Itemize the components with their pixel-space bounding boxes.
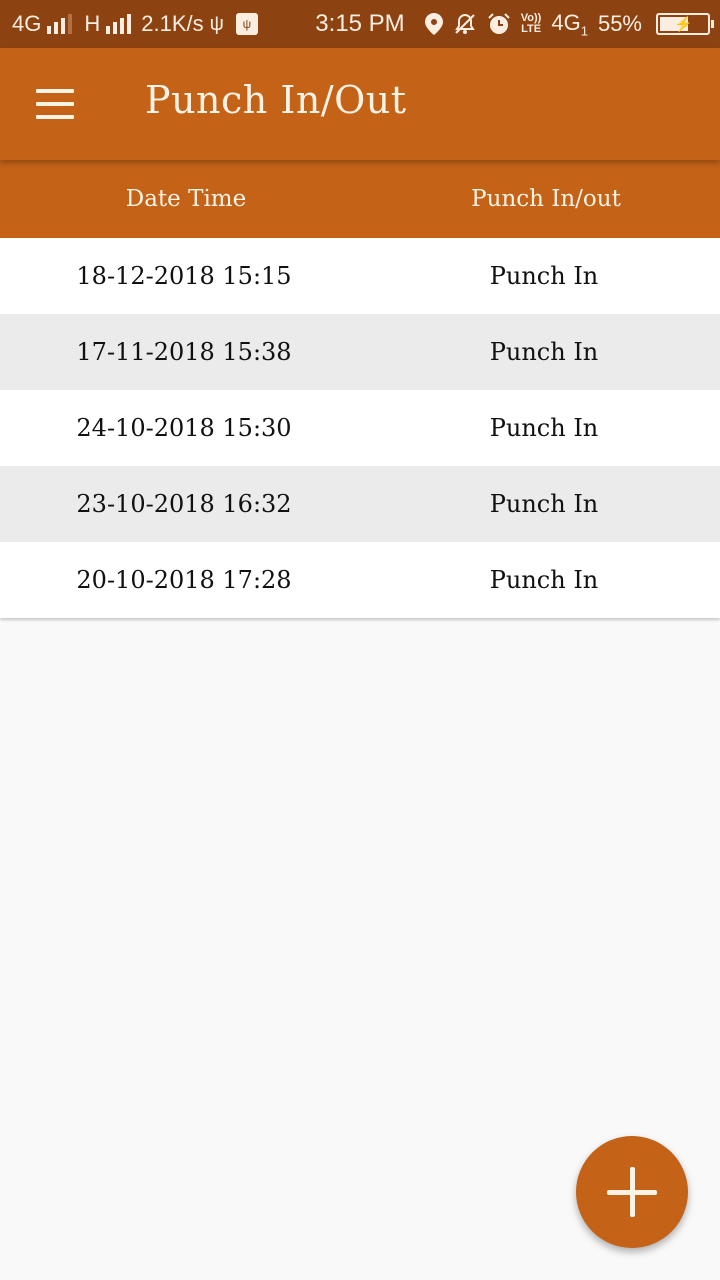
add-punch-button[interactable] [576, 1136, 688, 1248]
table-header: Date Time Punch In/out [0, 160, 720, 238]
signal-icon [47, 14, 73, 34]
charging-bolt-icon: ⚡ [674, 16, 693, 33]
status-bar-left: 4G H 2.1K/s ψ ψ [12, 0, 258, 48]
table-row[interactable]: 20-10-2018 17:28 Punch In [0, 542, 720, 618]
notifications-off-icon [453, 12, 477, 36]
network-type-3-label: 4G [551, 9, 581, 35]
app-bar: Punch In/Out [0, 48, 720, 160]
row-datetime: 18-12-2018 15:15 [76, 262, 292, 290]
row-datetime: 17-11-2018 15:38 [76, 338, 292, 366]
row-punch-type: Punch In [489, 262, 599, 290]
volte-icon: Vo)) LTE [521, 13, 542, 35]
row-punch-type: Punch In [489, 490, 599, 518]
plus-icon [607, 1167, 657, 1217]
signal-icon-2 [106, 14, 132, 34]
location-icon [424, 13, 443, 35]
network-speed: 2.1K/s [141, 11, 204, 36]
column-header-punch-type: Punch In/out [471, 186, 621, 212]
row-datetime: 24-10-2018 15:30 [76, 414, 292, 442]
volte-label-bottom: LTE [521, 23, 542, 35]
network-type-3: 4G1 [551, 10, 588, 38]
status-bar: 4G H 2.1K/s ψ ψ 3:15 PM Vo)) LTE 4G1 55% [0, 0, 720, 48]
battery-charging-icon: ⚡ [656, 13, 714, 35]
network-type-2: H [84, 11, 101, 36]
table-row[interactable]: 24-10-2018 15:30 Punch In [0, 390, 720, 466]
alarm-icon [487, 12, 511, 36]
page-title: Punch In/Out [145, 78, 407, 122]
row-datetime: 23-10-2018 16:32 [76, 490, 292, 518]
network-type-1: 4G [12, 11, 42, 36]
row-punch-type: Punch In [489, 414, 599, 442]
column-header-date-time: Date Time [125, 186, 247, 212]
table-row[interactable]: 18-12-2018 15:15 Punch In [0, 238, 720, 314]
sim-slot: 1 [580, 23, 588, 39]
status-bar-right: Vo)) LTE 4G1 55% ⚡ [424, 0, 714, 48]
usb-debug-icon: ψ [235, 13, 258, 35]
table-row[interactable]: 23-10-2018 16:32 Punch In [0, 466, 720, 542]
row-punch-type: Punch In [489, 566, 599, 594]
table-row[interactable]: 17-11-2018 15:38 Punch In [0, 314, 720, 390]
row-datetime: 20-10-2018 17:28 [76, 566, 292, 594]
hamburger-menu-icon[interactable] [36, 89, 76, 119]
usb-icon: ψ [209, 12, 224, 35]
row-punch-type: Punch In [489, 338, 599, 366]
battery-percent: 55% [597, 11, 642, 36]
punch-list: 18-12-2018 15:15 Punch In 17-11-2018 15:… [0, 238, 720, 618]
